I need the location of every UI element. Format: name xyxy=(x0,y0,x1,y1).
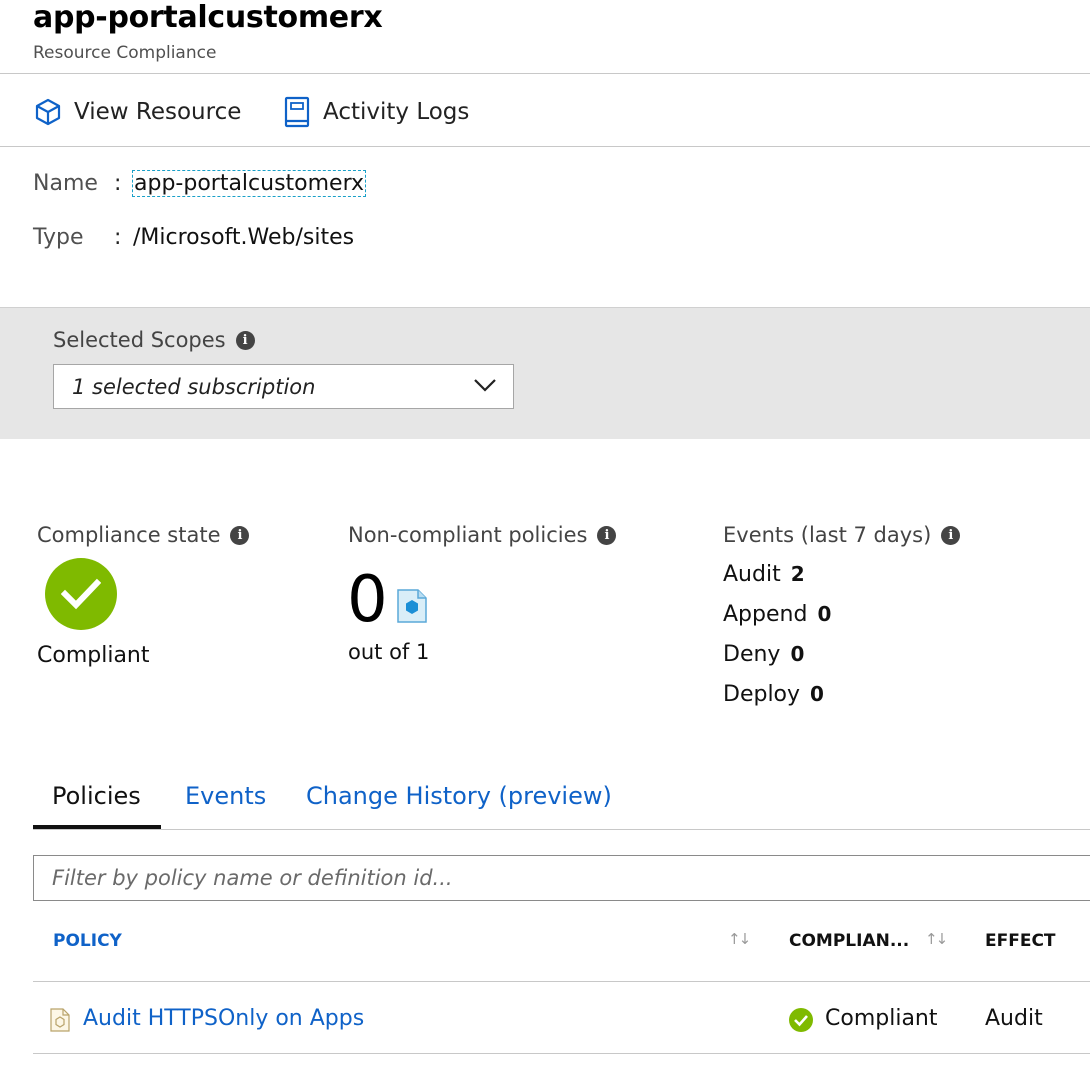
event-name: Deploy xyxy=(723,682,801,707)
view-resource-label: View Resource xyxy=(74,99,242,125)
event-name: Append xyxy=(723,602,808,627)
toolbar-divider xyxy=(0,146,1090,147)
policy-document-icon xyxy=(396,588,428,628)
events-heading: Events (last 7 days) i xyxy=(723,523,961,547)
non-compliant-heading: Non-compliant policies i xyxy=(348,523,617,547)
event-name: Deny xyxy=(723,642,781,667)
tabs-divider xyxy=(33,829,1090,830)
non-compliant-out-of: out of 1 xyxy=(348,640,430,664)
column-header-compliance[interactable]: COMPLIAN... xyxy=(789,931,909,951)
tab-events[interactable]: Events xyxy=(185,782,266,810)
type-key: Type xyxy=(33,225,84,250)
book-icon xyxy=(283,96,311,128)
scope-label: Selected Scopes i xyxy=(53,328,255,352)
page-subtitle: Resource Compliance xyxy=(33,43,217,63)
compliance-status: Compliant xyxy=(825,1006,938,1031)
compliance-state-heading: Compliance state i xyxy=(37,523,250,547)
name-separator: : xyxy=(114,171,122,196)
compliant-check-icon xyxy=(789,1008,813,1036)
compliance-state-value: Compliant xyxy=(37,643,150,668)
compliance-state-label: Compliance state xyxy=(37,523,221,547)
event-row-deny: Deny 0 xyxy=(723,642,804,667)
name-value[interactable]: app-portalcustomerx xyxy=(131,170,367,197)
scope-dropdown-value: 1 selected subscription xyxy=(72,374,316,399)
event-count: 0 xyxy=(790,642,805,666)
type-value: /Microsoft.Web/sites xyxy=(133,225,355,250)
non-compliant-label: Non-compliant policies xyxy=(348,523,588,547)
header-divider xyxy=(0,73,1090,74)
sort-icon[interactable]: ↑↓ xyxy=(925,930,948,948)
info-icon[interactable]: i xyxy=(230,525,250,545)
non-compliant-count: 0 xyxy=(347,563,388,637)
event-count: 0 xyxy=(817,602,832,626)
event-row-audit: Audit 2 xyxy=(723,562,805,587)
sort-icon[interactable]: ↑↓ xyxy=(728,930,751,948)
policy-filter-input[interactable] xyxy=(33,855,1090,901)
event-row-deploy: Deploy 0 xyxy=(723,682,824,707)
event-name: Audit xyxy=(723,562,781,587)
scope-label-text: Selected Scopes xyxy=(53,328,226,352)
policy-effect: Audit xyxy=(985,1006,1043,1031)
event-count: 0 xyxy=(810,682,824,706)
event-row-append: Append 0 xyxy=(723,602,831,627)
info-icon[interactable]: i xyxy=(235,330,255,350)
chevron-down-icon xyxy=(473,377,497,396)
type-separator: : xyxy=(114,225,122,250)
view-resource-button[interactable]: View Resource xyxy=(34,92,241,132)
info-icon[interactable]: i xyxy=(597,525,617,545)
events-label: Events (last 7 days) xyxy=(723,523,932,547)
info-icon[interactable]: i xyxy=(941,525,961,545)
compliant-check-icon xyxy=(45,558,117,630)
policy-definition-icon xyxy=(50,1008,70,1036)
cube-icon xyxy=(34,96,62,128)
policy-link[interactable]: Audit HTTPSOnly on Apps xyxy=(83,1006,364,1031)
activity-logs-label: Activity Logs xyxy=(323,99,470,125)
tab-policies[interactable]: Policies xyxy=(52,782,141,810)
activity-logs-button[interactable]: Activity Logs xyxy=(283,92,469,132)
page-title: app-portalcustomerx xyxy=(33,0,383,35)
event-count: 2 xyxy=(790,562,805,586)
scope-dropdown[interactable]: 1 selected subscription xyxy=(53,364,514,409)
column-header-effect[interactable]: EFFECT xyxy=(985,931,1056,951)
tab-change-history[interactable]: Change History (preview) xyxy=(306,782,612,810)
name-key: Name xyxy=(33,171,98,196)
column-header-policy[interactable]: POLICY xyxy=(53,931,122,951)
